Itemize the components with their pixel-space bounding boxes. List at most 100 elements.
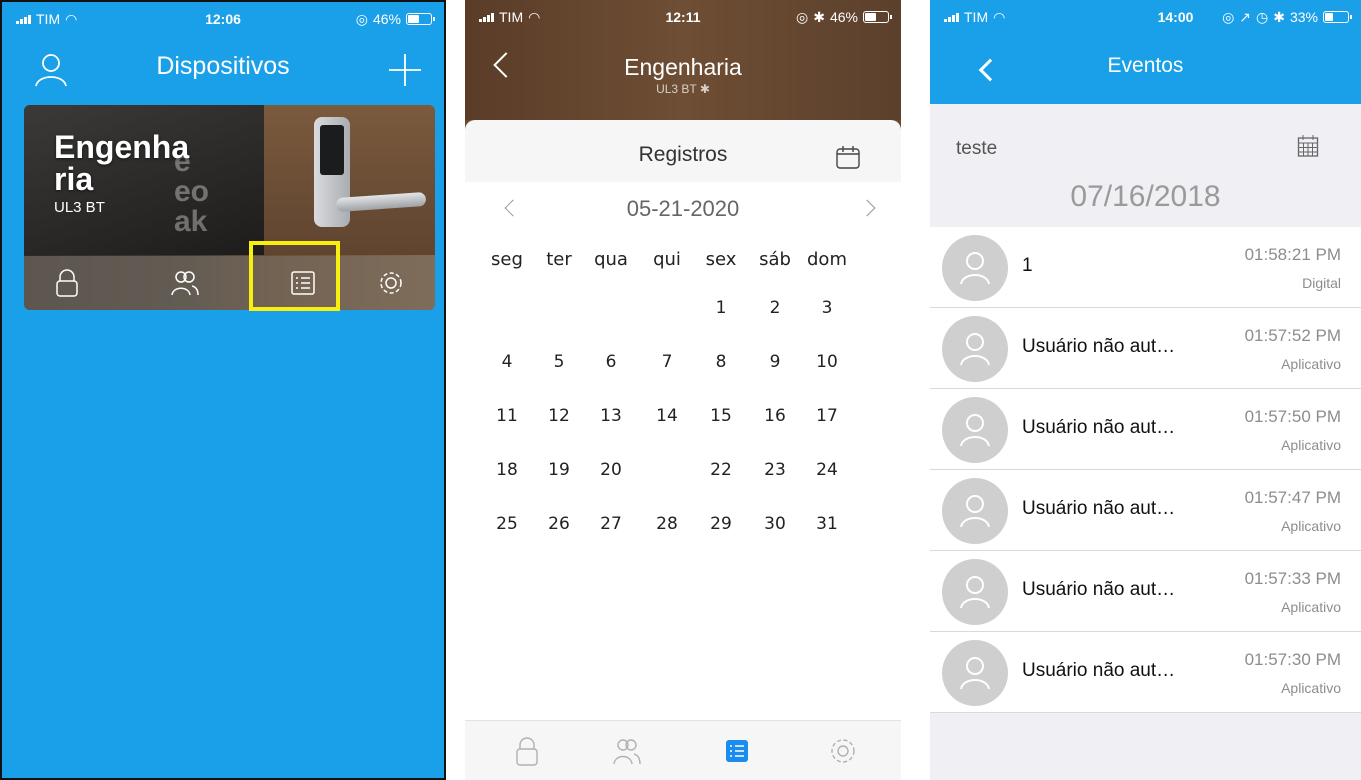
bluetooth-icon: ✱ <box>699 82 710 96</box>
event-row[interactable]: Usuário não aut… 01:57:50 PM Aplicativo <box>930 389 1361 470</box>
events-list: 1 01:58:21 PM Digital Usuário não aut… 01:57… <box>930 227 1361 713</box>
calendar-day[interactable]: 4 <box>481 342 533 382</box>
lock-icon[interactable] <box>52 268 82 298</box>
calendar-day[interactable]: 12 <box>533 396 585 436</box>
calendar-day[interactable]: 15 <box>695 396 747 436</box>
battery-icon <box>1323 11 1352 23</box>
nav-bar: Eventos <box>930 34 1361 104</box>
calendar-day[interactable]: 8 <box>695 342 747 382</box>
user-icon <box>960 414 990 447</box>
users-icon[interactable] <box>611 735 643 767</box>
settings-gear-icon[interactable] <box>376 268 406 298</box>
calendar-day[interactable]: 3 <box>801 288 853 328</box>
event-row[interactable]: Usuário não aut… 01:57:52 PM Aplicativo <box>930 308 1361 389</box>
user-icon <box>960 657 990 690</box>
event-row[interactable]: 1 01:58:21 PM Digital <box>930 227 1361 308</box>
calendar-day[interactable]: 23 <box>749 450 801 490</box>
event-time: 01:57:33 PM <box>1244 569 1341 588</box>
calendar-day[interactable]: 10 <box>801 342 853 382</box>
add-device-icon[interactable] <box>387 52 423 88</box>
page-title: Eventos <box>1107 54 1184 77</box>
calendar-day[interactable]: 28 <box>641 504 693 544</box>
calendar-day[interactable]: 24 <box>801 450 853 490</box>
battery-percent: 46% <box>829 9 858 25</box>
calendar-day[interactable]: 18 <box>481 450 533 490</box>
user-icon <box>960 495 990 528</box>
event-method: Aplicativo <box>1281 437 1341 453</box>
rotation-lock-icon: ◎ <box>796 8 809 25</box>
calendar-day[interactable]: 5 <box>533 342 585 382</box>
event-method: Aplicativo <box>1281 356 1341 372</box>
screen-eventos: TIM ◠ 14:00 ◎ ↗ ◷ ✱ 33% Eventos teste 07… <box>930 0 1361 780</box>
status-bar: TIM ◠ 12:11 ◎ ✱ 46% <box>465 0 901 34</box>
calendar-day[interactable]: 14 <box>641 396 693 436</box>
calendar-day[interactable]: 13 <box>585 396 637 436</box>
settings-gear-icon[interactable] <box>827 735 859 767</box>
event-row[interactable]: Usuário não aut… 01:57:47 PM Aplicativo <box>930 470 1361 551</box>
calendar-day-selected[interactable]: 21 <box>641 449 693 491</box>
avatar <box>942 235 1008 301</box>
calendar: 05-21-2020 seg ter qua qui sex sáb dom 1234567… <box>465 182 901 720</box>
lock-icon[interactable] <box>511 735 543 767</box>
calendar-day[interactable]: 16 <box>749 396 801 436</box>
calendar-day[interactable]: 11 <box>481 396 533 436</box>
event-user: Usuário não aut… <box>1022 417 1176 438</box>
screen-registros: TIM ◠ 12:11 ◎ ✱ 46% Engenharia UL3 BT ✱ … <box>465 0 901 780</box>
avatar <box>942 397 1008 463</box>
device-model: UL3 BT <box>54 199 105 216</box>
users-icon[interactable] <box>170 268 200 298</box>
avatar <box>942 559 1008 625</box>
calendar-day[interactable]: 27 <box>585 504 637 544</box>
calendar-day[interactable]: 9 <box>749 342 801 382</box>
calendar-day[interactable]: 1 <box>695 288 747 328</box>
avatar <box>942 316 1008 382</box>
calendar-day[interactable]: 2 <box>749 288 801 328</box>
event-time: 01:58:21 PM <box>1244 245 1341 264</box>
records-list-icon[interactable] <box>721 735 753 767</box>
event-method: Aplicativo <box>1281 599 1341 615</box>
event-row[interactable]: Usuário não aut… 01:57:33 PM Aplicativo <box>930 551 1361 632</box>
event-time: 01:57:50 PM <box>1244 407 1341 426</box>
calendar-day[interactable]: 20 <box>585 450 637 490</box>
calendar-day[interactable]: 29 <box>695 504 747 544</box>
device-card[interactable]: e eo ak Engenha ria UL3 BT <box>24 105 435 310</box>
month-label: 05-21-2020 <box>626 196 740 221</box>
weekday-label: sex <box>705 249 737 270</box>
carrier-label: TIM <box>964 9 989 25</box>
event-user: Usuário não aut… <box>1022 336 1176 357</box>
calendar-day[interactable]: 26 <box>533 504 585 544</box>
screen-dispositivos: TIM ◠ 12:06 ◎ 46% Dispositivos e eo ak E… <box>0 0 446 780</box>
battery-icon <box>863 11 892 23</box>
page-title: Engenharia <box>624 54 742 80</box>
signal-icon <box>944 12 959 22</box>
calendar-day[interactable]: 30 <box>749 504 801 544</box>
calendar-icon[interactable] <box>835 144 861 170</box>
location-icon: ↗ <box>1239 8 1252 25</box>
tab-bar <box>465 720 901 780</box>
event-row[interactable]: Usuário não aut… 01:57:30 PM Aplicativo <box>930 632 1361 713</box>
nav-bar: Dispositivos <box>2 36 444 106</box>
device-model: UL3 BT ✱ <box>656 82 710 96</box>
battery-percent: 46% <box>372 11 401 27</box>
weekday-label: seg <box>491 249 523 270</box>
calendar-day[interactable]: 17 <box>801 396 853 436</box>
calendar-day[interactable]: 25 <box>481 504 533 544</box>
battery-icon <box>406 13 435 25</box>
filter-text[interactable]: teste <box>956 138 997 160</box>
calendar-day[interactable]: 7 <box>641 342 693 382</box>
status-bar: TIM ◠ 12:06 ◎ 46% <box>2 2 444 36</box>
calendar-day[interactable]: 31 <box>801 504 853 544</box>
bluetooth-icon: ✱ <box>1273 8 1285 25</box>
event-time: 01:57:30 PM <box>1244 650 1341 669</box>
calendar-icon[interactable] <box>1297 134 1319 158</box>
alarm-icon: ◷ <box>1256 8 1269 25</box>
event-user: 1 <box>1022 255 1033 276</box>
event-user: Usuário não aut… <box>1022 660 1176 681</box>
calendar-day[interactable]: 6 <box>585 342 637 382</box>
weekday-label: qui <box>653 249 681 270</box>
calendar-day[interactable]: 19 <box>533 450 585 490</box>
device-actions-bar <box>24 256 435 310</box>
event-method: Aplicativo <box>1281 518 1341 534</box>
calendar-day[interactable]: 22 <box>695 450 747 490</box>
event-time: 01:57:52 PM <box>1244 326 1341 345</box>
